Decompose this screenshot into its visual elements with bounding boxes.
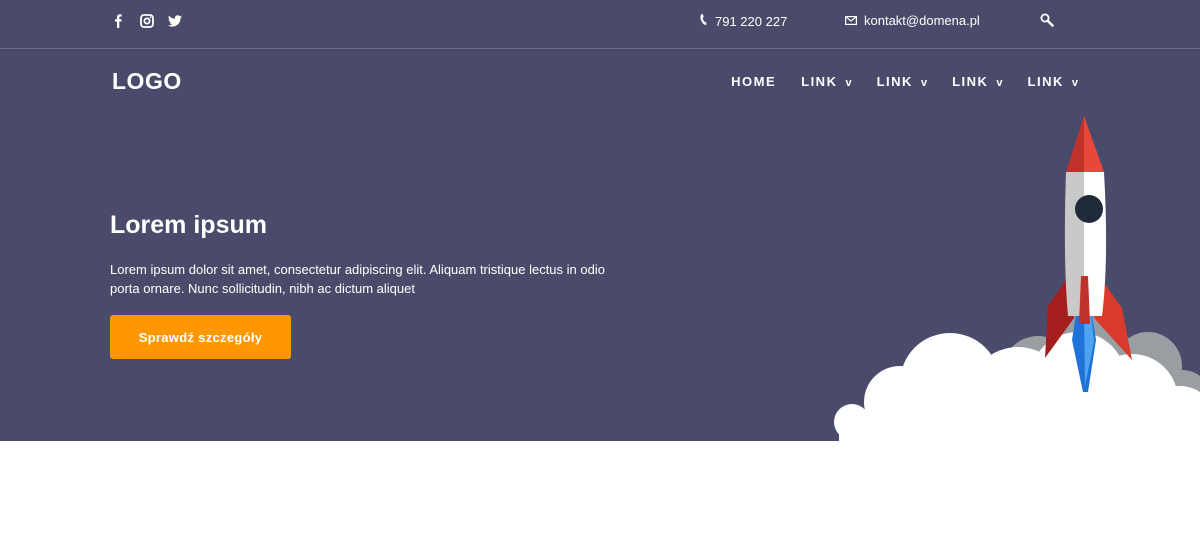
chevron-down-icon: v	[845, 76, 852, 89]
nav-item-home[interactable]: HOME	[731, 74, 776, 89]
twitter-icon[interactable]	[168, 13, 182, 29]
phone-contact[interactable]: 791 220 227	[699, 13, 787, 29]
phone-number: 791 220 227	[715, 13, 788, 29]
nav-item-link-3[interactable]: LINK v	[952, 74, 1002, 89]
envelope-icon	[845, 13, 858, 28]
hero-description: Lorem ipsum dolor sit amet, consectetur …	[110, 262, 605, 296]
email-contact[interactable]: kontakt@domena.pl	[845, 13, 980, 28]
chevron-down-icon: v	[920, 76, 928, 89]
top-bar: 791 220 227 kontakt@domena.pl	[0, 0, 1200, 49]
nav-item-link-2[interactable]: LINK v	[877, 74, 927, 89]
instagram-icon[interactable]	[140, 13, 154, 29]
smoke-clouds	[834, 310, 1200, 446]
phone-icon	[699, 13, 708, 29]
email-address: kontakt@domena.pl	[864, 13, 980, 28]
nav-item-label: LINK	[952, 74, 989, 89]
nav-item-label: LINK	[1027, 74, 1064, 89]
nav-item-label: LINK	[876, 74, 913, 89]
logo[interactable]: LOGO	[112, 68, 182, 95]
chevron-down-icon: v	[996, 76, 1003, 89]
search-icon[interactable]	[1040, 13, 1056, 29]
main-nav: HOME LINK v LINK v LINK v LINK v	[731, 74, 1078, 89]
chevron-down-icon: v	[1071, 76, 1078, 89]
nav-item-label: HOME	[731, 74, 777, 89]
rocket-illustration	[834, 116, 1200, 446]
details-button[interactable]: Sprawdź szczegóły	[110, 315, 291, 359]
nav-item-link-4[interactable]: LINK v	[1028, 74, 1078, 89]
hero-title: Lorem ipsum	[110, 211, 267, 239]
nav-item-link-1[interactable]: LINK v	[801, 74, 851, 89]
facebook-icon[interactable]	[113, 13, 123, 29]
nav-item-label: LINK	[801, 74, 838, 89]
